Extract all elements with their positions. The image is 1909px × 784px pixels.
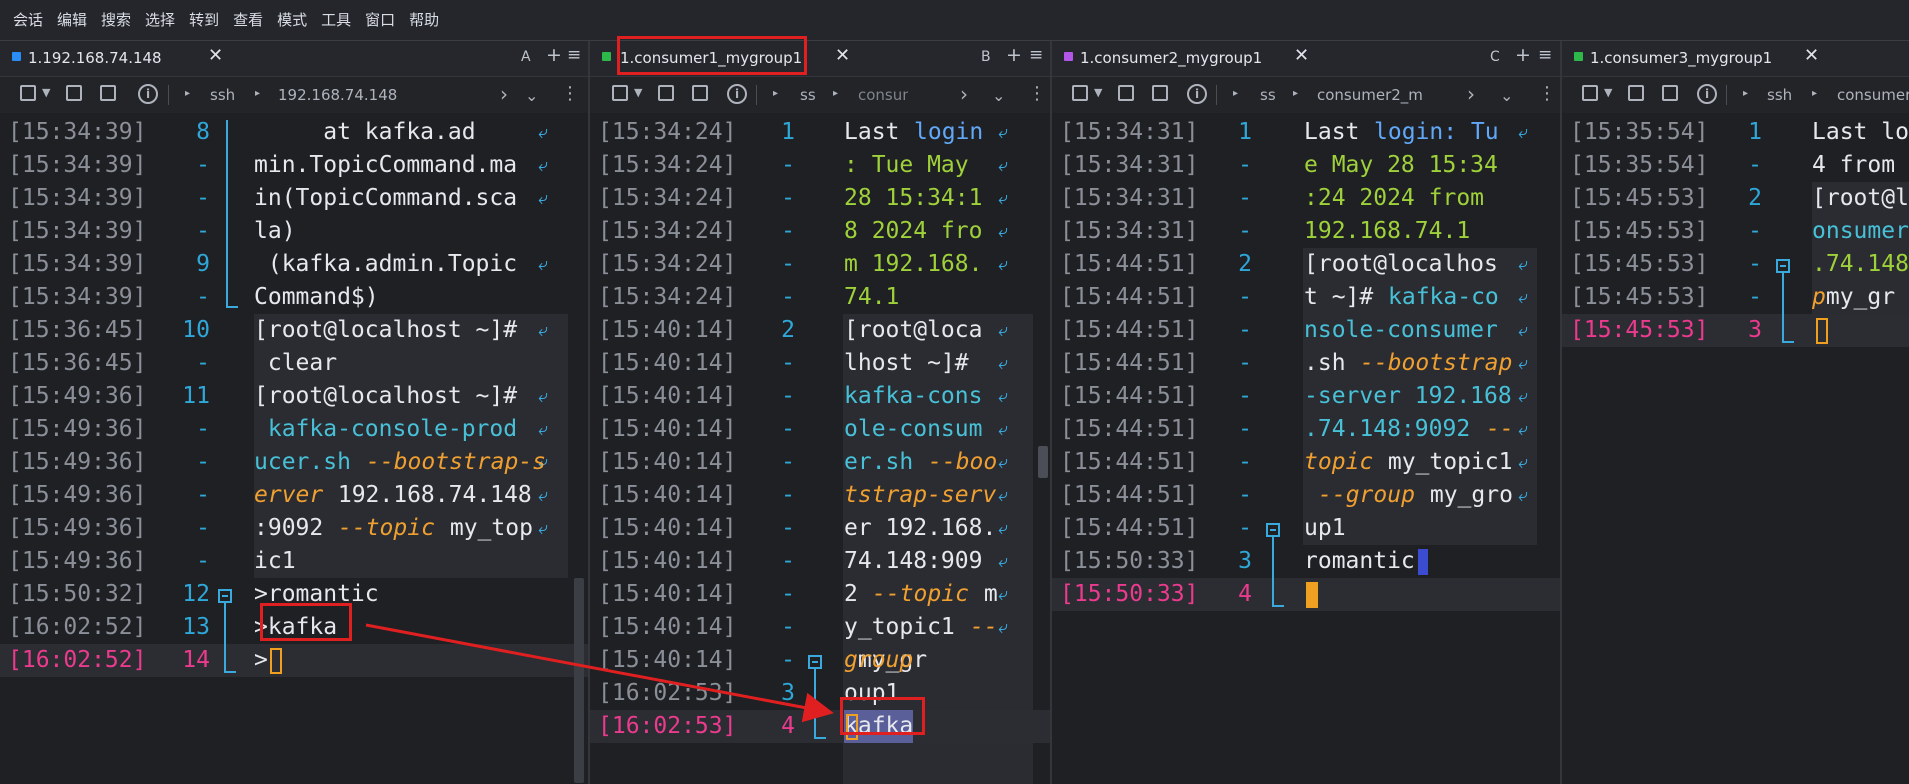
arrow-annotation <box>365 623 834 723</box>
arrow-line <box>365 623 834 723</box>
